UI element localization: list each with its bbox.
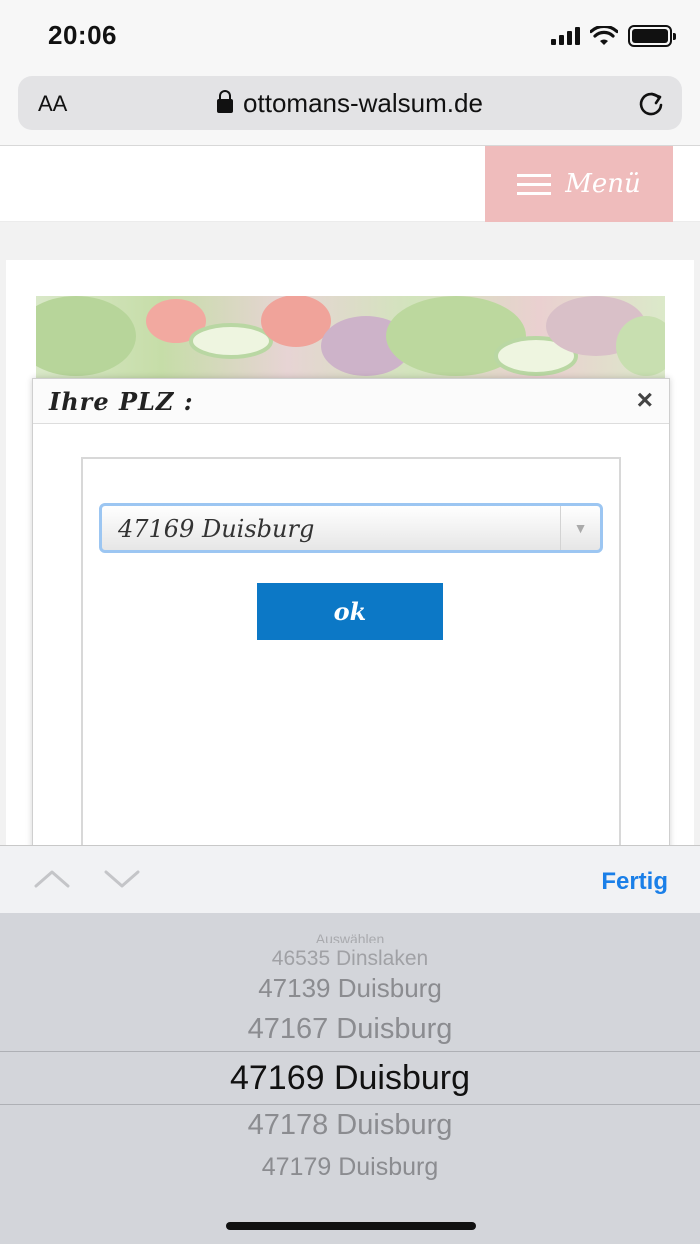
dialog-title: Ihre PLZ : xyxy=(49,387,194,416)
done-button[interactable]: Fertig xyxy=(601,868,668,896)
dialog-header: Ihre PLZ : × xyxy=(33,379,669,424)
url-display[interactable]: ottomans-walsum.de xyxy=(18,88,682,119)
status-bar: 20:06 xyxy=(0,0,700,70)
ok-label: ok xyxy=(333,597,367,626)
select-value: 47169 Duisburg xyxy=(118,515,315,543)
chevron-down-icon[interactable] xyxy=(102,864,142,894)
home-indicator xyxy=(226,1222,476,1230)
address-bar[interactable]: AA ottomans-walsum.de xyxy=(18,76,682,130)
menu-button[interactable]: Menü xyxy=(485,146,673,222)
ok-button[interactable]: ok xyxy=(257,583,443,640)
picker-option[interactable]: 47179 Duisburg xyxy=(0,1153,700,1182)
url-text: ottomans-walsum.de xyxy=(243,88,483,118)
option-picker[interactable]: Auswählen 46535 Dinslaken 47139 Duisburg… xyxy=(0,913,700,1244)
status-icons xyxy=(551,24,676,48)
battery-icon xyxy=(628,25,676,47)
picker-toolbar: Fertig xyxy=(0,845,700,913)
menu-label: Menü xyxy=(565,169,641,199)
reload-icon[interactable] xyxy=(636,88,666,118)
cellular-signal-icon xyxy=(551,27,580,45)
picker-option[interactable]: 47139 Duisburg xyxy=(0,973,700,1004)
picker-option[interactable]: Auswählen xyxy=(0,931,700,943)
picker-option[interactable]: 47167 Duisburg xyxy=(0,1013,700,1046)
picker-option[interactable]: 46535 Dinslaken xyxy=(0,947,700,971)
postal-code-select[interactable]: 47169 Duisburg ▼ xyxy=(99,503,603,553)
hamburger-icon xyxy=(517,173,552,195)
chevron-up-icon[interactable] xyxy=(32,864,72,894)
dialog-body: 47169 Duisburg ▼ ok xyxy=(81,457,621,857)
chevron-down-icon: ▼ xyxy=(560,506,600,550)
browser-address-area: AA ottomans-walsum.de xyxy=(0,70,700,146)
wifi-icon xyxy=(590,26,618,45)
salad-banner-image xyxy=(36,296,665,378)
lock-icon xyxy=(217,90,234,113)
postal-code-dialog: Ihre PLZ : × 47169 Duisburg ▼ ok xyxy=(32,378,670,858)
status-time: 20:06 xyxy=(48,20,117,50)
picker-option-selected[interactable]: 47169 Duisburg xyxy=(0,1059,700,1098)
picker-option[interactable]: 47178 Duisburg xyxy=(0,1109,700,1142)
site-header: Menü xyxy=(0,146,700,222)
close-icon[interactable]: × xyxy=(637,384,653,416)
